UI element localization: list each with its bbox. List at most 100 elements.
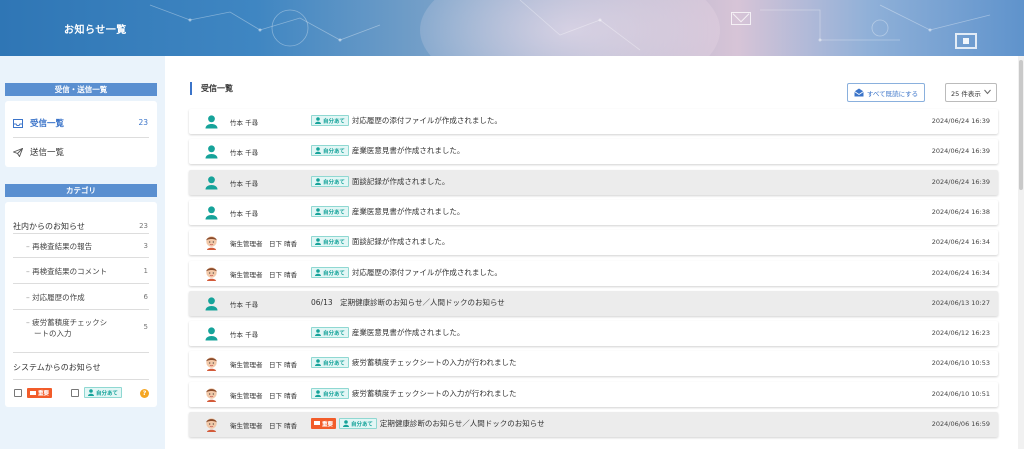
message-row[interactable]: 衛生管理者 日下 晴香 自分あて 対応履歴の添付ファイルが作成されました。 2024/…: [189, 261, 998, 286]
message-subject: 産業医意見書が作成されました。: [351, 146, 465, 155]
message-date: 2024/06/24 16:34: [931, 269, 990, 277]
message-content: 自分あて 疲労蓄積度チェックシートの入力が行われました: [311, 388, 517, 399]
message-content: 06/13 定期健康診断のお知らせ／人間ドックのお知らせ: [311, 297, 505, 308]
self-badge-label: 自分あて: [323, 148, 345, 155]
divider: [13, 233, 149, 234]
divider: [13, 352, 149, 353]
category-response-history[interactable]: – 対応履歴の作成: [26, 292, 85, 303]
category-system[interactable]: システムからのお知らせ: [13, 362, 101, 373]
self-filter-checkbox[interactable]: [71, 389, 79, 397]
message-date: 2024/06/24 16:39: [931, 178, 990, 186]
category-fatigue-check[interactable]: – 疲労蓄積度チェックシ ートの入力: [26, 317, 107, 339]
self-badge-label: 自分あて: [323, 118, 345, 125]
sidebar-item-inbox[interactable]: 受信一覧: [13, 117, 64, 129]
message-row[interactable]: 竹本 千尋 自分あて 面談記録が作成されました。 2024/06/24 16:39: [189, 170, 998, 195]
category-fatigue-check-label-1: 疲労蓄積度チェックシ: [32, 318, 108, 327]
send-receive-card: 受信一覧 23 送信一覧: [5, 101, 157, 167]
user-avatar-icon: [205, 145, 218, 159]
person-icon: [315, 390, 321, 397]
self-badge-label: 自分あて: [351, 421, 373, 428]
send-icon: [13, 147, 23, 157]
user-avatar-icon: [206, 418, 217, 432]
category-fatigue-check-label-2: ートの入力: [34, 329, 72, 338]
message-row[interactable]: 衛生管理者 日下 晴香 自分あて 面談記録が作成されました。 2024/06/24 1…: [189, 230, 998, 255]
message-sender: 衛生管理者 日下 晴香: [230, 422, 298, 430]
message-subject: 対応履歴の添付ファイルが作成されました。: [351, 268, 502, 277]
message-subject: 06/13 定期健康診断のお知らせ／人間ドックのお知らせ: [311, 298, 505, 307]
person-icon: [343, 420, 350, 427]
user-avatar-icon: [206, 388, 217, 402]
message-sender: 衛生管理者 日下 晴香: [230, 240, 298, 248]
per-page-value: 25 件表示: [951, 89, 981, 98]
message-row[interactable]: 竹本 千尋 06/13 定期健康診断のお知らせ／人間ドックのお知らせ 2024/06…: [189, 291, 998, 316]
message-date: 2024/06/06 16:59: [931, 420, 990, 428]
self-badge: 自分あて: [84, 387, 122, 398]
open-mail-icon: [854, 88, 864, 97]
user-avatar-icon: [206, 357, 217, 371]
category-recheck-comment[interactable]: – 再検査結果のコメント: [26, 266, 107, 277]
message-sender: 竹本 千尋: [230, 210, 259, 218]
self-badge-label: 自分あて: [323, 179, 345, 186]
category-recheck-comment-count: 1: [143, 267, 148, 275]
message-subject: 対応履歴の添付ファイルが作成されました。: [351, 116, 502, 125]
self-badge: 自分あて: [311, 357, 349, 368]
important-badge-label: 重要: [38, 391, 50, 397]
header-banner: お知らせ一覧: [0, 0, 1024, 56]
self-badge: 自分あて: [311, 388, 349, 399]
important-badge: 重要: [27, 388, 53, 398]
message-date: 2024/06/12 16:23: [931, 329, 990, 337]
message-date: 2024/06/24 16:39: [931, 147, 990, 155]
scrollbar-thumb[interactable]: [1019, 60, 1023, 190]
flag-icon: [30, 390, 36, 395]
message-subject: 疲労蓄積度チェックシートの入力が行われました: [351, 358, 517, 367]
user-avatar-icon: [206, 267, 217, 281]
message-subject: 産業医意見書が作成されました。: [351, 207, 465, 216]
message-row[interactable]: 竹本 千尋 自分あて 産業医意見書が作成されました。 2024/06/24 16:39: [189, 139, 998, 164]
category-response-history-label: 対応履歴の作成: [32, 293, 85, 302]
person-icon: [315, 117, 321, 124]
category-internal[interactable]: 社内からのお知らせ: [13, 221, 85, 232]
message-row[interactable]: 衛生管理者 日下 晴香 重要 自分あて 定期健康診断のお知らせ／人間ドックのお知らせ 2…: [189, 412, 998, 437]
flag-icon: [314, 421, 320, 425]
message-date: 2024/06/13 10:27: [931, 299, 990, 307]
message-content: 自分あて 面談記録が作成されました。: [311, 236, 449, 247]
self-badge-label: 自分あて: [323, 239, 345, 246]
divider: [13, 379, 149, 380]
user-avatar-icon: [205, 206, 218, 220]
message-sender: 竹本 千尋: [230, 149, 259, 157]
help-icon[interactable]: ?: [140, 389, 149, 398]
category-recheck-report[interactable]: – 再検査結果の報告: [26, 241, 92, 252]
message-content: 自分あて 産業医意見書が作成されました。: [311, 145, 464, 156]
message-sender: 竹本 千尋: [230, 119, 259, 127]
message-subject: 面談記録が作成されました。: [351, 177, 450, 186]
user-avatar-icon: [205, 327, 218, 341]
message-date: 2024/06/24 16:34: [931, 238, 990, 246]
person-icon: [315, 359, 321, 366]
self-badge: 自分あて: [311, 267, 349, 278]
user-avatar-icon: [205, 176, 218, 190]
category-recheck-comment-label: 再検査結果のコメント: [32, 267, 108, 276]
self-badge: 自分あて: [311, 236, 349, 247]
message-row[interactable]: 衛生管理者 日下 晴香 自分あて 疲労蓄積度チェックシートの入力が行われました 202…: [189, 351, 998, 376]
message-content: 自分あて 産業医意見書が作成されました。: [311, 206, 464, 217]
mark-all-read-button[interactable]: すべて既読にする: [847, 83, 925, 102]
person-icon: [315, 329, 321, 336]
per-page-select[interactable]: 25 件表示: [945, 83, 997, 102]
message-row[interactable]: 竹本 千尋 自分あて 産業医意見書が作成されました。 2024/06/12 16:23: [189, 321, 998, 346]
important-badge-label: 重要: [322, 421, 334, 428]
person-icon: [315, 147, 321, 154]
sidebar-item-sent[interactable]: 送信一覧: [13, 146, 64, 158]
message-sender: 竹本 千尋: [230, 301, 259, 309]
message-row[interactable]: 竹本 千尋 自分あて 対応履歴の添付ファイルが作成されました。 2024/06/24 …: [189, 109, 998, 134]
message-row[interactable]: 衛生管理者 日下 晴香 自分あて 疲労蓄積度チェックシートの入力が行われました 202…: [189, 382, 998, 407]
chip-icon: [955, 33, 977, 49]
category-heading: カテゴリ: [5, 184, 157, 197]
important-filter-checkbox[interactable]: [14, 389, 22, 397]
self-badge-label: 自分あて: [323, 330, 345, 337]
inbox-label: 受信一覧: [30, 119, 65, 129]
message-date: 2024/06/24 16:39: [931, 117, 990, 125]
message-subject: 面談記録が作成されました。: [351, 237, 450, 246]
message-subject: 産業医意見書が作成されました。: [351, 328, 465, 337]
message-content: 自分あて 産業医意見書が作成されました。: [311, 327, 464, 338]
message-row[interactable]: 竹本 千尋 自分あて 産業医意見書が作成されました。 2024/06/24 16:38: [189, 200, 998, 225]
